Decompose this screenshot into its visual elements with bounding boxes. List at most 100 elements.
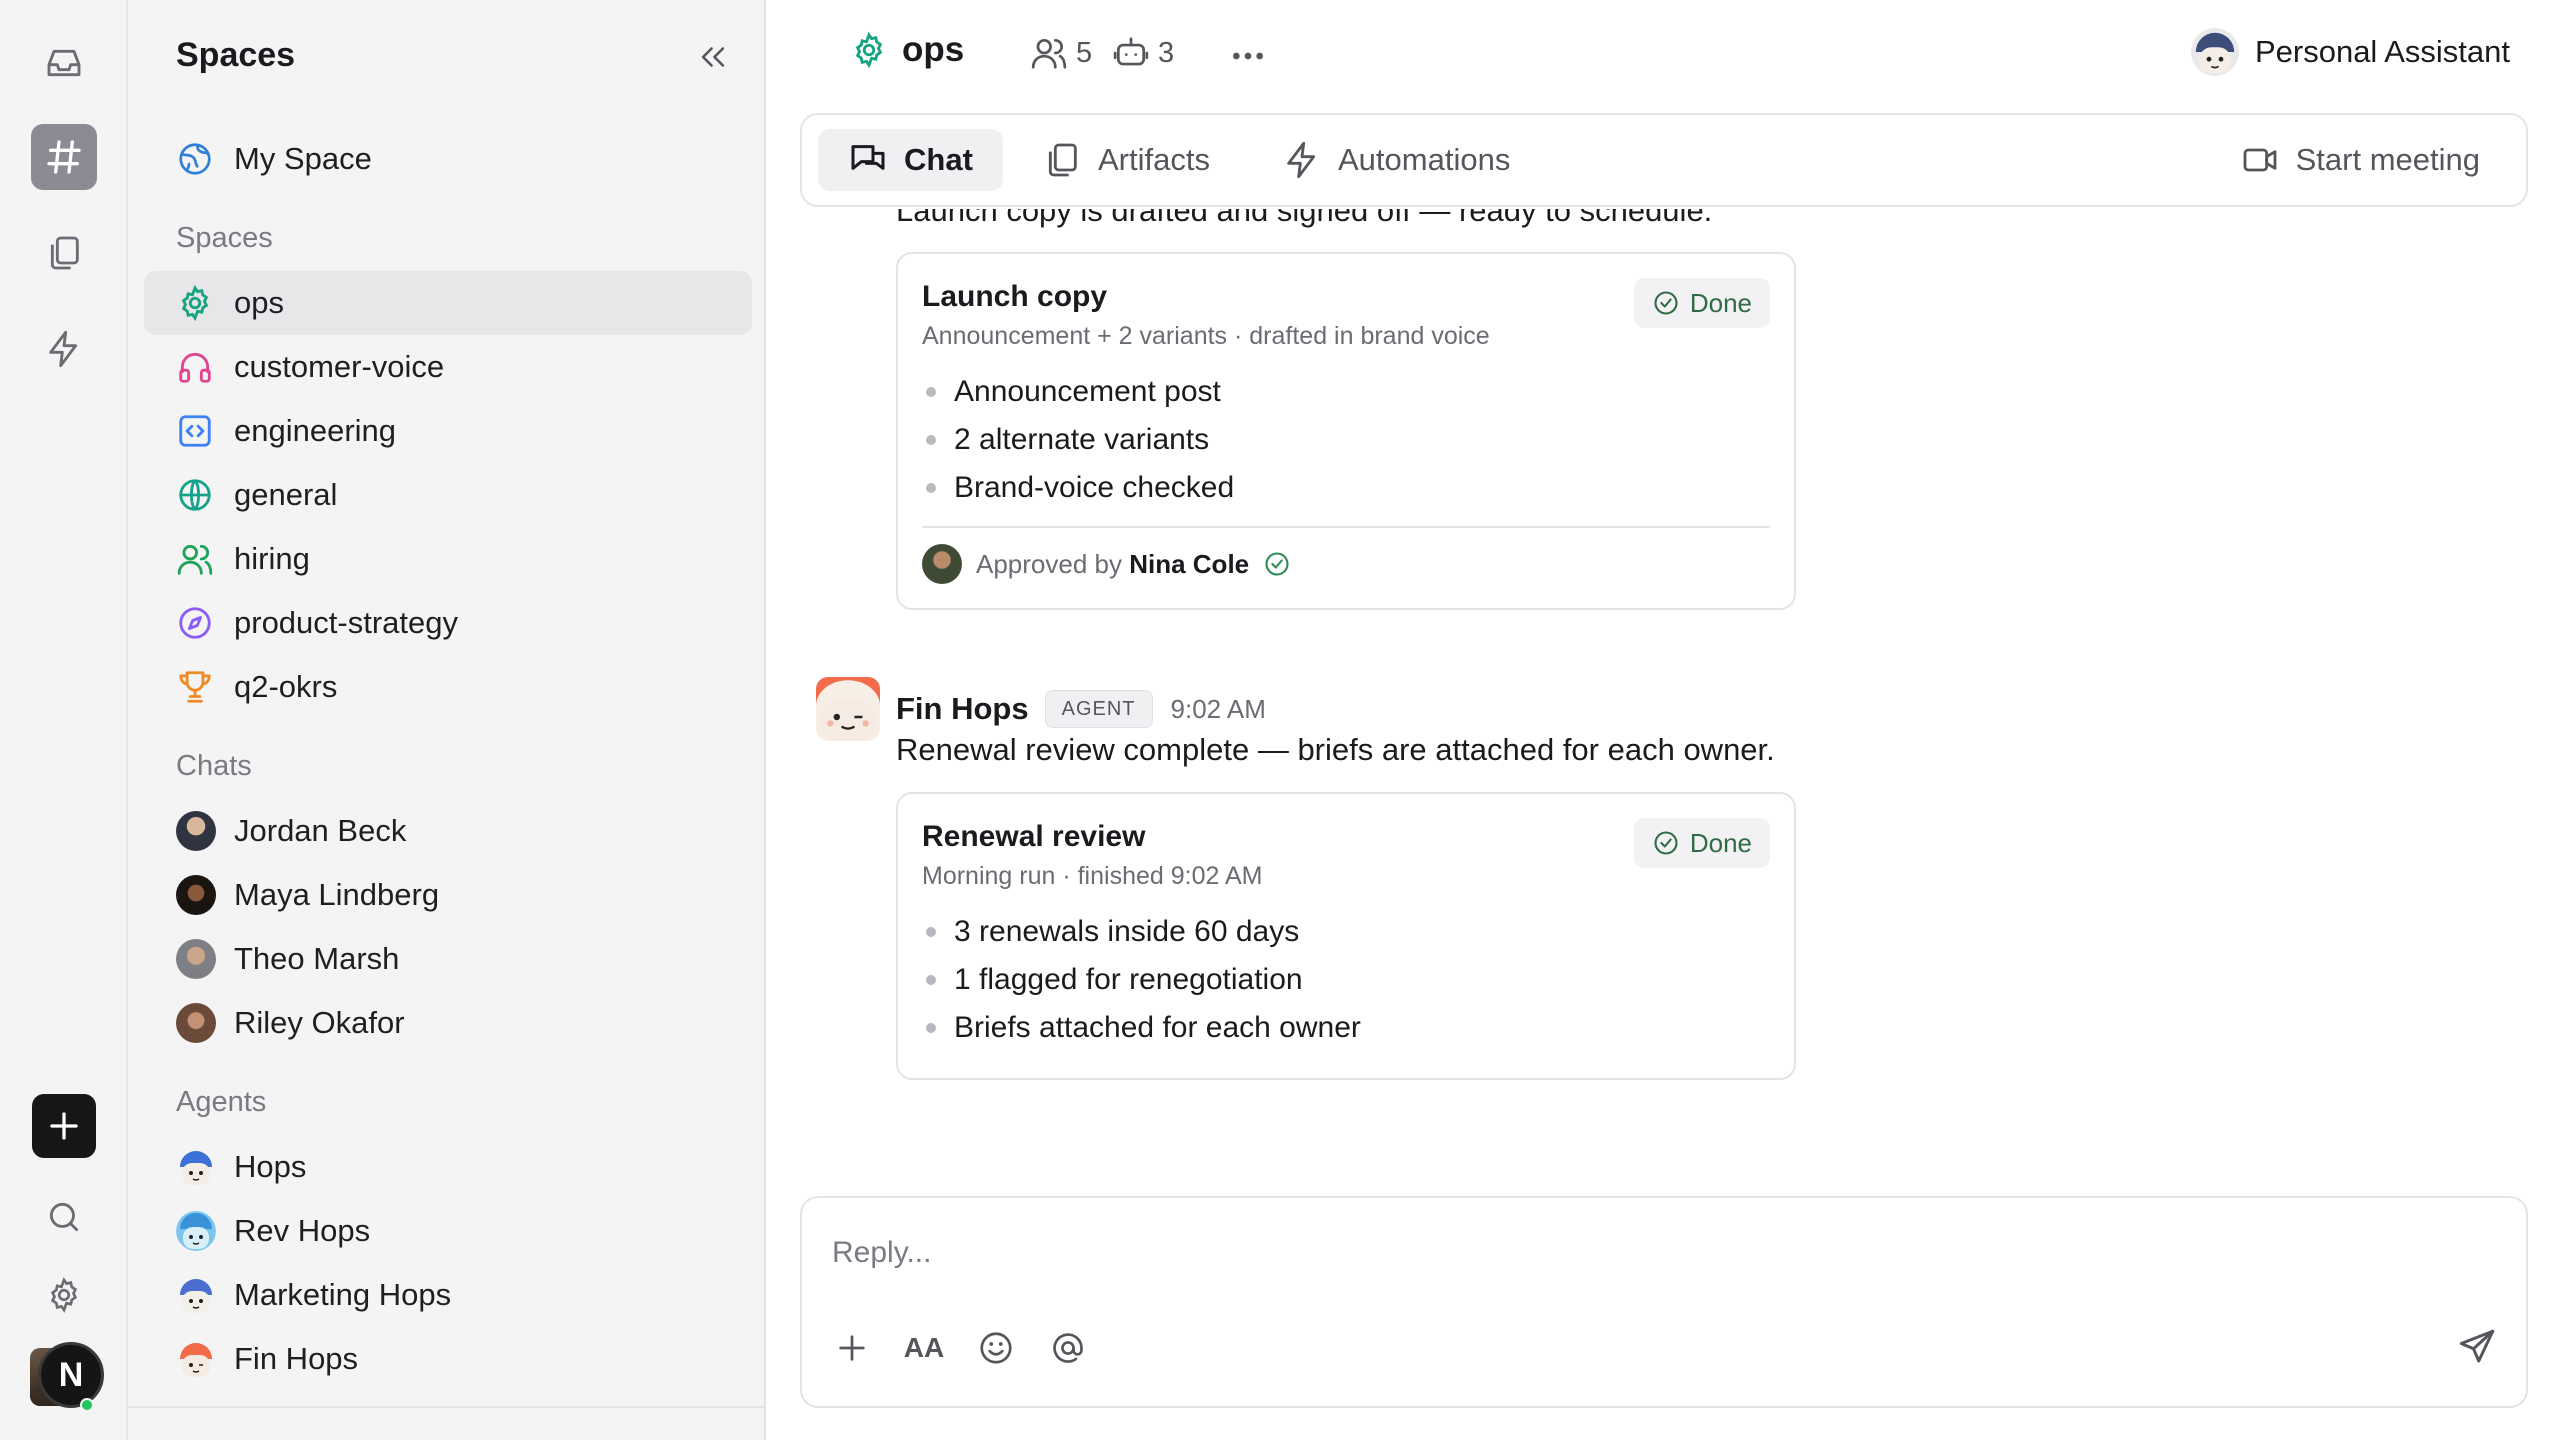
sidebar-item-label: hiring bbox=[234, 541, 310, 576]
users-icon bbox=[1030, 34, 1068, 72]
list-item: Brand-voice checked bbox=[922, 464, 1234, 512]
reply-input[interactable] bbox=[832, 1228, 2432, 1278]
chat-icon bbox=[848, 140, 888, 180]
check-circle-icon bbox=[1652, 289, 1680, 317]
trophy-icon bbox=[176, 668, 214, 706]
avatar bbox=[176, 939, 216, 979]
space-tabbar: Chat Artifacts Automations Start meeting bbox=[800, 113, 2528, 207]
sidebar-item-label: Maya Lindberg bbox=[234, 877, 440, 912]
sidebar-item-label: Hops bbox=[234, 1149, 307, 1184]
bolt-icon[interactable] bbox=[31, 316, 97, 382]
start-meeting-button[interactable]: Start meeting bbox=[2240, 129, 2480, 191]
members-count-button[interactable]: 5 bbox=[1030, 34, 1092, 72]
sidebar-item-label: q2-okrs bbox=[234, 669, 338, 704]
composer-toolbar: AA bbox=[832, 1328, 1088, 1368]
send-icon[interactable] bbox=[2456, 1326, 2498, 1368]
collapse-sidebar-icon[interactable] bbox=[696, 40, 730, 74]
sidebar-item-label: engineering bbox=[234, 413, 397, 448]
attach-plus-icon[interactable] bbox=[832, 1328, 872, 1368]
video-camera-icon bbox=[2240, 140, 2280, 180]
message-text: Launch copy is drafted and signed off — … bbox=[896, 209, 1713, 228]
sidebar-chat-maya-lindberg[interactable]: Maya Lindberg bbox=[144, 863, 752, 927]
sidebar-item-engineering[interactable]: engineering bbox=[144, 399, 752, 463]
message-composer: AA bbox=[800, 1196, 2528, 1408]
tab-label: Artifacts bbox=[1098, 142, 1210, 177]
tab-artifacts[interactable]: Artifacts bbox=[1012, 129, 1240, 191]
space-title: ops bbox=[902, 30, 965, 69]
spaces-sidebar: Spaces My Space Spaces ops customer-voic… bbox=[128, 0, 766, 1440]
status-label: Done bbox=[1689, 827, 1752, 858]
message-text: Renewal review complete — briefs are att… bbox=[896, 732, 1775, 767]
tab-automations[interactable]: Automations bbox=[1252, 129, 1540, 191]
approval-line: Approved by Nina Cole bbox=[922, 544, 1291, 584]
avatar bbox=[176, 1003, 216, 1043]
search-icon[interactable] bbox=[31, 1184, 97, 1250]
space-header[interactable]: ops bbox=[850, 30, 964, 70]
sidebar-item-label: product-strategy bbox=[234, 605, 458, 640]
fin-hops-agent-avatar bbox=[176, 1339, 216, 1379]
tab-label: Automations bbox=[1338, 142, 1511, 177]
user-avatar[interactable]: N bbox=[30, 1342, 104, 1412]
spaces-section-header: Spaces bbox=[176, 222, 273, 254]
sidebar-agent-marketing-hops[interactable]: Marketing Hops bbox=[144, 1263, 752, 1327]
sidebar-item-label: My Space bbox=[234, 141, 372, 176]
compass-icon bbox=[176, 604, 214, 642]
sidebar-chat-riley-okafor[interactable]: Riley Okafor bbox=[144, 991, 752, 1055]
sidebar-item-general[interactable]: general bbox=[144, 463, 752, 527]
chats-section-header: Chats bbox=[176, 750, 252, 782]
list-item: 1 flagged for renegotiation bbox=[922, 956, 1361, 1004]
personal-assistant-button[interactable]: Personal Assistant bbox=[2190, 28, 2510, 76]
approved-prefix: Approved by bbox=[976, 548, 1122, 579]
sidebar-chat-jordan-beck[interactable]: Jordan Beck bbox=[144, 799, 752, 863]
my-space-globe-icon bbox=[176, 140, 214, 178]
members-count: 5 bbox=[1076, 36, 1093, 69]
text-format-button[interactable]: AA bbox=[904, 1328, 944, 1368]
tab-chat[interactable]: Chat bbox=[818, 129, 1003, 191]
rev-hops-agent-avatar bbox=[176, 1211, 216, 1251]
list-item: Announcement post bbox=[922, 368, 1234, 416]
card-title: Renewal review bbox=[922, 820, 1146, 853]
sidebar-agent-fin-hops[interactable]: Fin Hops bbox=[144, 1327, 752, 1391]
agents-count-button[interactable]: 3 bbox=[1112, 34, 1174, 72]
sender-name[interactable]: Fin Hops bbox=[896, 691, 1029, 727]
sidebar-item-label: Fin Hops bbox=[234, 1341, 359, 1376]
card-divider bbox=[922, 526, 1770, 528]
status-badge: Done bbox=[1633, 818, 1770, 868]
emoji-icon[interactable] bbox=[976, 1328, 1016, 1368]
online-status-dot bbox=[80, 1398, 94, 1412]
sidebar-item-product-strategy[interactable]: product-strategy bbox=[144, 591, 752, 655]
sidebar-agent-hops[interactable]: Hops bbox=[144, 1135, 752, 1199]
copy-icon[interactable] bbox=[31, 220, 97, 286]
sidebar-agent-rev-hops[interactable]: Rev Hops bbox=[144, 1199, 752, 1263]
chat-timeline: Launch copy is drafted and signed off — … bbox=[768, 209, 2560, 1189]
card-bullet-list: Announcement post 2 alternate variants B… bbox=[922, 368, 1234, 512]
new-button[interactable] bbox=[32, 1094, 96, 1158]
sidebar-item-label: general bbox=[234, 477, 338, 512]
gear-icon bbox=[176, 284, 214, 322]
fin-hops-agent-avatar[interactable] bbox=[816, 677, 880, 741]
launch-copy-card[interactable]: Launch copy Announcement + 2 variants · … bbox=[896, 252, 1796, 610]
inbox-icon[interactable] bbox=[31, 30, 97, 96]
card-bullet-list: 3 renewals inside 60 days 1 flagged for … bbox=[922, 908, 1361, 1052]
more-options-icon[interactable] bbox=[1228, 40, 1268, 72]
bolt-icon bbox=[1282, 140, 1322, 180]
settings-gear-icon[interactable] bbox=[31, 1262, 97, 1328]
agents-count: 3 bbox=[1158, 36, 1175, 69]
main-panel: ops 5 3 Personal Assistant Chat Artifact… bbox=[768, 0, 2560, 1440]
message-timestamp: 9:02 AM bbox=[1170, 693, 1266, 724]
sidebar-item-ops[interactable]: ops bbox=[144, 271, 752, 335]
sidebar-item-customer-voice[interactable]: customer-voice bbox=[144, 335, 752, 399]
code-icon bbox=[176, 412, 214, 450]
check-circle-icon bbox=[1652, 829, 1680, 857]
mention-at-icon[interactable] bbox=[1048, 1328, 1088, 1368]
renewal-review-card[interactable]: Renewal review Morning run · finished 9:… bbox=[896, 792, 1796, 1080]
hash-icon[interactable] bbox=[31, 124, 97, 190]
sidebar-item-q2-okrs[interactable]: q2-okrs bbox=[144, 655, 752, 719]
sidebar-chat-theo-marsh[interactable]: Theo Marsh bbox=[144, 927, 752, 991]
card-subtitle: Announcement + 2 variants · drafted in b… bbox=[922, 322, 1490, 350]
sidebar-item-hiring[interactable]: hiring bbox=[144, 527, 752, 591]
sidebar-item-my-space[interactable]: My Space bbox=[144, 127, 752, 191]
sidebar-item-label: Theo Marsh bbox=[234, 941, 400, 976]
sidebar-item-label: customer-voice bbox=[234, 349, 445, 384]
sidebar-item-label: Marketing Hops bbox=[234, 1277, 452, 1312]
